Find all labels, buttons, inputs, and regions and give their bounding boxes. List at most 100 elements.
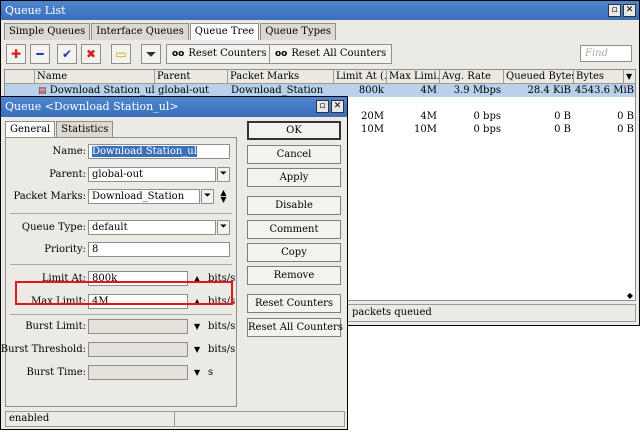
row-avg-rate: 0 bps bbox=[473, 111, 501, 122]
table-header: Name Parent Packet Marks Limit At (... M… bbox=[5, 70, 635, 84]
close-icon[interactable]: ✕ bbox=[331, 100, 344, 113]
burst-limit-field[interactable] bbox=[88, 319, 188, 334]
name-value: Download Station_ul bbox=[92, 146, 197, 157]
row-bytes: 0 B bbox=[617, 111, 634, 122]
queue-dialog-status-bar: enabled bbox=[5, 411, 345, 427]
scroll-right-icon[interactable]: ◆ bbox=[627, 291, 633, 300]
reset-counters-button[interactable]: oo Reset Counters bbox=[166, 44, 273, 64]
queue-type-dropdown-icon[interactable]: ⏷ bbox=[217, 220, 230, 235]
burst-threshold-dropdown-icon[interactable]: ▼ bbox=[194, 345, 200, 354]
priority-label: Priority: bbox=[44, 244, 86, 255]
burst-threshold-unit: bits/s bbox=[208, 344, 236, 355]
burst-limit-label: Burst Limit: bbox=[25, 321, 86, 332]
ok-button[interactable]: OK bbox=[247, 121, 341, 140]
name-field[interactable]: Download Station_ul bbox=[88, 144, 230, 159]
row-avg-rate: 3.9 Mbps bbox=[453, 85, 501, 96]
status-divider bbox=[174, 412, 175, 426]
row-queued-bytes: 0 B bbox=[554, 111, 571, 122]
queue-type-select[interactable]: default bbox=[88, 220, 216, 235]
find-input[interactable]: Find bbox=[580, 45, 632, 62]
reset-all-counters-button[interactable]: oo Reset All Counters bbox=[269, 44, 393, 64]
general-panel: Name: Download Station_ul Parent: global… bbox=[1, 137, 237, 407]
queue-list-titlebar[interactable]: Queue List ▫ ✕ bbox=[1, 1, 639, 20]
reset-icon: oo bbox=[172, 49, 185, 59]
column-header-max-limit[interactable]: Max Limi... bbox=[387, 70, 440, 84]
burst-time-field[interactable] bbox=[88, 365, 188, 380]
row-name: Download Station_ul bbox=[49, 85, 155, 96]
burst-limit-dropdown-icon[interactable]: ▼ bbox=[194, 322, 200, 331]
row-queued-bytes: 0 B bbox=[554, 124, 571, 135]
burst-time-label: Burst Time: bbox=[26, 367, 86, 378]
tab-statistics[interactable]: Statistics bbox=[56, 121, 114, 138]
row-max-limit: 4M bbox=[420, 85, 437, 96]
restore-icon[interactable]: ▫ bbox=[608, 4, 621, 17]
packet-marks-label: Packet Marks: bbox=[13, 191, 86, 202]
disable-button[interactable]: Disable bbox=[247, 196, 341, 215]
comment-icon[interactable]: ▭ bbox=[111, 44, 131, 64]
parent-select[interactable]: global-out bbox=[88, 167, 216, 182]
priority-field[interactable]: 8 bbox=[88, 242, 230, 257]
queue-list-title: Queue List bbox=[5, 4, 66, 17]
packet-marks-dropdown-icon[interactable]: ⏷ bbox=[201, 189, 214, 204]
queue-list-toolbar: ✚ ━ ✔ ✖ ▭ ⏷ oo Reset Counters oo Reset All… bbox=[4, 44, 636, 66]
burst-time-unit: s bbox=[208, 367, 214, 378]
column-header-name[interactable]: Name bbox=[35, 70, 155, 84]
column-header-parent[interactable]: Parent bbox=[155, 70, 228, 84]
reset-counters-button[interactable]: Reset Counters bbox=[247, 294, 341, 313]
comment-button[interactable]: Comment bbox=[247, 220, 341, 239]
packet-marks-select[interactable]: Download_Station bbox=[88, 189, 200, 204]
burst-time-dropdown-icon[interactable]: ▼ bbox=[194, 368, 200, 377]
tab-general[interactable]: General bbox=[5, 121, 56, 138]
row-queued-bytes: 28.4 KiB bbox=[527, 85, 571, 96]
column-header-limit-at[interactable]: Limit At (... bbox=[334, 70, 387, 84]
divider bbox=[10, 213, 232, 214]
burst-limit-unit: bits/s bbox=[208, 321, 236, 332]
tab-queue-types[interactable]: Queue Types bbox=[260, 23, 337, 40]
enable-icon[interactable]: ✔ bbox=[57, 44, 77, 64]
column-header-packet-marks[interactable]: Packet Marks bbox=[228, 70, 334, 84]
tab-simple-queues[interactable]: Simple Queues bbox=[4, 23, 91, 40]
parent-dropdown-icon[interactable]: ⏷ bbox=[217, 167, 230, 182]
apply-button[interactable]: Apply bbox=[247, 168, 341, 187]
row-bytes: 4543.6 MiB bbox=[575, 85, 634, 96]
packet-marks-highlight bbox=[15, 281, 233, 305]
column-header-avg-rate[interactable]: Avg. Rate bbox=[440, 70, 504, 84]
column-menu-icon[interactable]: ▼ bbox=[624, 70, 635, 84]
tab-interface-queues[interactable]: Interface Queues bbox=[91, 23, 189, 40]
parent-label: Parent: bbox=[49, 169, 86, 180]
queue-dialog-title: Queue <Download Station_ul> bbox=[5, 100, 179, 113]
reset-all-icon: oo bbox=[275, 49, 288, 59]
queue-dialog: Queue <Download Station_ul> ▫ ✕ General … bbox=[0, 96, 348, 430]
queue-dialog-titlebar[interactable]: Queue <Download Station_ul> ▫ ✕ bbox=[1, 97, 347, 117]
close-icon[interactable]: ✕ bbox=[623, 4, 636, 17]
row-max-limit: 4M bbox=[420, 111, 437, 122]
column-header-bytes[interactable]: Bytes bbox=[574, 70, 624, 84]
updown-icon[interactable]: ▲ ▼ bbox=[218, 189, 229, 204]
filter-icon[interactable]: ⏷ bbox=[141, 44, 161, 64]
row-bytes: 0 B bbox=[617, 124, 634, 135]
queue-type-label: Queue Type: bbox=[21, 222, 86, 233]
remove-button[interactable]: Remove bbox=[247, 266, 341, 285]
add-icon[interactable]: ✚ bbox=[6, 44, 26, 64]
burst-threshold-label: Burst Threshold: bbox=[0, 344, 86, 355]
reset-all-counters-button[interactable]: Reset All Counters bbox=[247, 318, 343, 337]
column-header-blank bbox=[5, 70, 35, 84]
tab-queue-tree[interactable]: Queue Tree bbox=[189, 23, 260, 40]
remove-icon[interactable]: ━ bbox=[30, 44, 50, 64]
row-max-limit: 10M bbox=[414, 124, 437, 135]
copy-button[interactable]: Copy bbox=[247, 243, 341, 262]
cancel-button[interactable]: Cancel bbox=[247, 145, 341, 164]
column-header-queued-bytes[interactable]: Queued Bytes bbox=[504, 70, 574, 84]
enabled-status: enabled bbox=[9, 413, 50, 424]
packets-queued-status: packets queued bbox=[352, 307, 432, 318]
queue-dialog-tabs: General Statistics bbox=[5, 121, 114, 138]
name-label: Name: bbox=[52, 146, 86, 157]
burst-threshold-field[interactable] bbox=[88, 342, 188, 357]
disable-icon[interactable]: ✖ bbox=[81, 44, 101, 64]
reset-all-counters-label: Reset All Counters bbox=[291, 48, 387, 59]
divider bbox=[10, 314, 232, 315]
divider bbox=[10, 264, 232, 265]
restore-icon[interactable]: ▫ bbox=[316, 100, 329, 113]
queue-list-tabs: Simple Queues Interface Queues Queue Tre… bbox=[4, 23, 337, 40]
queue-icon: ▤ bbox=[38, 86, 47, 96]
